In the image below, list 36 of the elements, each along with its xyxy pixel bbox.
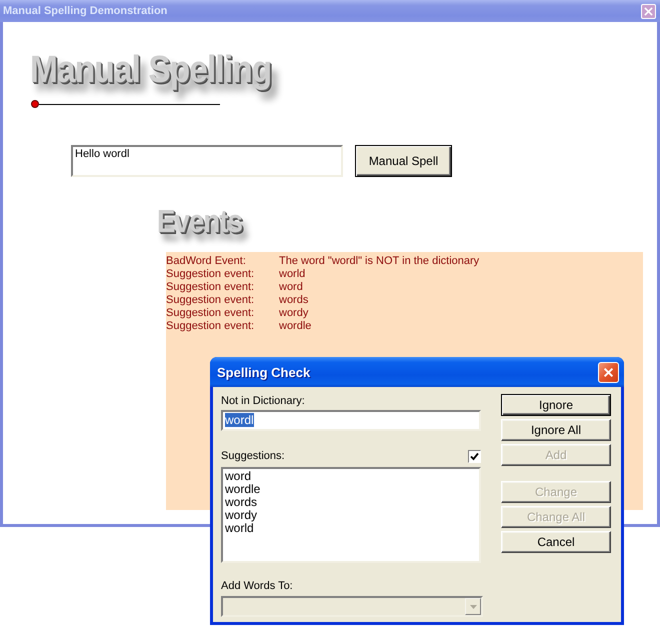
event-name: BadWord Event: [166,255,247,268]
event-detail: wordle [279,320,312,333]
event-detail: The word "wordl" is NOT in the dictionary [279,255,480,268]
event-name: Suggestion event: [166,320,256,333]
add-words-to-label: Add Words To: [221,579,293,593]
event-name: Suggestion event: [166,307,256,320]
page-heading: Manual Spelling [30,51,272,89]
suggestion-item[interactable]: world [224,522,256,535]
not-in-dictionary-field[interactable]: wordl [221,410,481,431]
event-detail: word [279,281,303,294]
dialog-button[interactable]: Cancel [501,531,611,553]
suggestion-item[interactable]: word [224,470,254,483]
events-heading: Events [157,205,242,237]
event-detail: wordy [279,307,308,320]
event-name: Suggestion event: [166,268,256,281]
manual-spell-button[interactable]: Manual Spell [355,145,452,177]
dot-icon [31,100,39,108]
suggestions-checkbox[interactable] [468,450,481,462]
close-icon [644,6,653,16]
event-name: Suggestion event: [166,281,256,294]
dialog-button[interactable]: Ignore [501,394,611,416]
event-detail: words [279,294,308,307]
close-button[interactable] [598,362,619,382]
not-in-dictionary-label: Not in Dictionary: [221,394,305,408]
dialog-title: Spelling Check [217,364,310,380]
caret-icon [470,604,476,608]
close-icon [603,366,614,378]
dialog-button[interactable]: Ignore All [501,419,611,441]
text-field[interactable]: Hello wordl [71,145,343,177]
event-detail: world [279,268,306,281]
suggestion-item[interactable]: wordy [224,509,260,522]
event-name: Suggestion event: [166,294,256,307]
suggestion-item[interactable]: words [224,496,260,509]
suggestions-label: Suggestions: [221,449,285,463]
suggestion-item[interactable]: wordle [224,483,262,496]
window-title: Manual Spelling Demonstration [3,5,168,17]
